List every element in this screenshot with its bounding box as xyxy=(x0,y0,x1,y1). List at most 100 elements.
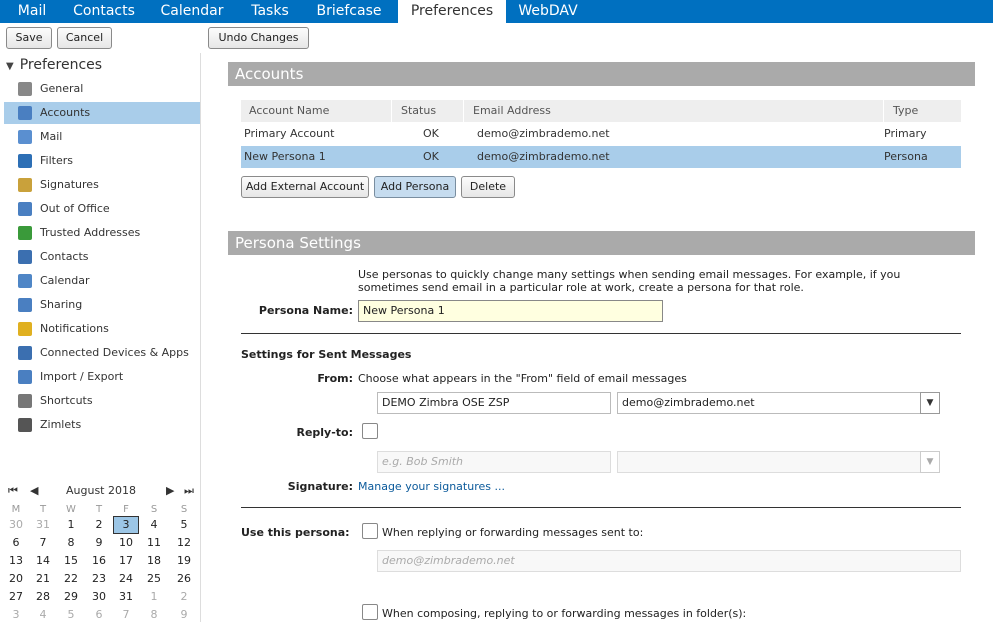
table-row[interactable]: New Persona 1 OK demo@zimbrademo.net Per… xyxy=(241,146,961,168)
tab-contacts[interactable]: Contacts xyxy=(64,0,144,23)
delete-button[interactable]: Delete xyxy=(461,176,515,198)
next-month-icon[interactable]: ▶ xyxy=(166,484,174,497)
from-address-select[interactable]: demo@zimbrademo.net xyxy=(617,392,921,414)
signature-icon xyxy=(18,178,32,192)
sidebar-item-filters[interactable]: Filters xyxy=(4,150,200,172)
calendar-day[interactable]: 4 xyxy=(30,606,56,624)
calendar-day[interactable]: 3 xyxy=(113,516,139,534)
calendar-day[interactable]: 7 xyxy=(30,534,56,552)
calendar-day[interactable]: 2 xyxy=(171,588,197,606)
divider xyxy=(241,507,961,508)
calendar-day[interactable]: 30 xyxy=(3,516,29,534)
tab-tasks[interactable]: Tasks xyxy=(240,0,300,23)
calendar-day[interactable]: 11 xyxy=(141,534,167,552)
calendar-day[interactable]: 4 xyxy=(141,516,167,534)
sidebar-item-out-of-office[interactable]: Out of Office xyxy=(4,198,200,220)
calendar-day[interactable]: 12 xyxy=(171,534,197,552)
reply-to-checkbox[interactable] xyxy=(362,423,378,439)
calendar-day[interactable]: 8 xyxy=(141,606,167,624)
sidebar-item-contacts[interactable]: Contacts xyxy=(4,246,200,268)
cancel-button[interactable]: Cancel xyxy=(57,27,112,49)
tab-mail[interactable]: Mail xyxy=(0,0,64,23)
prev-year-icon[interactable]: ⏮ xyxy=(8,484,18,498)
calendar-day[interactable]: 1 xyxy=(58,516,84,534)
calendar-day[interactable]: 13 xyxy=(3,552,29,570)
next-year-icon[interactable]: ⏭ xyxy=(184,484,194,498)
sidebar-item-general[interactable]: General xyxy=(4,78,200,100)
reply-to-address-select[interactable] xyxy=(617,451,921,473)
calendar-day[interactable]: 14 xyxy=(30,552,56,570)
calendar-day[interactable]: 30 xyxy=(86,588,112,606)
reply-to-name-input[interactable]: e.g. Bob Smith xyxy=(377,451,611,473)
tab-briefcase[interactable]: Briefcase xyxy=(300,0,398,23)
chevron-down-icon[interactable]: ▼ xyxy=(920,451,940,473)
sidebar-item-zimlets[interactable]: Zimlets xyxy=(4,414,200,436)
sidebar-item-connected-devices-apps[interactable]: Connected Devices & Apps xyxy=(4,342,200,364)
calendar-day[interactable]: 2 xyxy=(86,516,112,534)
preferences-tree-header[interactable]: ▼ Preferences xyxy=(6,57,102,73)
calendar-day[interactable]: 20 xyxy=(3,570,29,588)
calendar-day[interactable]: 8 xyxy=(58,534,84,552)
tab-preferences[interactable]: Preferences xyxy=(398,0,506,23)
calendar-day[interactable]: 23 xyxy=(86,570,112,588)
calendar-day[interactable]: 9 xyxy=(171,606,197,624)
calendar-day[interactable]: 6 xyxy=(86,606,112,624)
calendar-day[interactable]: 16 xyxy=(86,552,112,570)
calendar-day[interactable]: 27 xyxy=(3,588,29,606)
calendar-day[interactable]: 3 xyxy=(3,606,29,624)
use-when-replying-checkbox[interactable] xyxy=(362,523,378,539)
calendar-day[interactable]: 17 xyxy=(113,552,139,570)
prev-month-icon[interactable]: ◀ xyxy=(30,484,38,497)
calendar-day[interactable]: 18 xyxy=(141,552,167,570)
persona-intro-line2: sometimes send email in a particular rol… xyxy=(358,281,804,294)
calendar-day[interactable]: 31 xyxy=(113,588,139,606)
calendar-day[interactable]: 28 xyxy=(30,588,56,606)
calendar-day[interactable]: 21 xyxy=(30,570,56,588)
chevron-down-icon[interactable]: ▼ xyxy=(920,392,940,414)
calendar-day[interactable]: 26 xyxy=(171,570,197,588)
sidebar-item-trusted-addresses[interactable]: Trusted Addresses xyxy=(4,222,200,244)
calendar-month-label[interactable]: August 2018 xyxy=(66,484,136,497)
col-type[interactable]: Type xyxy=(893,100,918,122)
calendar-day[interactable]: 22 xyxy=(58,570,84,588)
use-when-composing-checkbox[interactable] xyxy=(362,604,378,620)
calendar-day[interactable]: 5 xyxy=(171,516,197,534)
table-row[interactable]: Primary Account OK demo@zimbrademo.net P… xyxy=(241,123,961,145)
save-button[interactable]: Save xyxy=(6,27,52,49)
calendar-day[interactable]: 6 xyxy=(3,534,29,552)
col-email[interactable]: Email Address xyxy=(473,100,551,122)
sidebar-item-shortcuts[interactable]: Shortcuts xyxy=(4,390,200,412)
sidebar-item-import-export[interactable]: Import / Export xyxy=(4,366,200,388)
calendar-day[interactable]: 1 xyxy=(141,588,167,606)
col-status[interactable]: Status xyxy=(401,100,436,122)
sidebar-item-signatures[interactable]: Signatures xyxy=(4,174,200,196)
sidebar-item-notifications[interactable]: Notifications xyxy=(4,318,200,340)
calendar-day[interactable]: 9 xyxy=(86,534,112,552)
add-external-account-button[interactable]: Add External Account xyxy=(241,176,369,198)
col-account-name[interactable]: Account Name xyxy=(249,100,329,122)
calendar-day[interactable]: 15 xyxy=(58,552,84,570)
calendar-day[interactable]: 29 xyxy=(58,588,84,606)
tab-webdav[interactable]: WebDAV xyxy=(506,0,590,23)
sidebar-item-label: Shortcuts xyxy=(40,394,93,407)
persona-name-input[interactable]: New Persona 1 xyxy=(358,300,663,322)
add-persona-button[interactable]: Add Persona xyxy=(374,176,456,198)
calendar-day[interactable]: 7 xyxy=(113,606,139,624)
sidebar-item-accounts[interactable]: Accounts xyxy=(4,102,200,124)
from-name-input[interactable]: DEMO Zimbra OSE ZSP xyxy=(377,392,611,414)
undo-changes-button[interactable]: Undo Changes xyxy=(208,27,309,49)
calendar-day[interactable]: 10 xyxy=(113,534,139,552)
collapse-triangle-icon[interactable]: ▼ xyxy=(6,61,14,72)
calendar-day[interactable]: 5 xyxy=(58,606,84,624)
calendar-day[interactable]: 19 xyxy=(171,552,197,570)
calendar-day[interactable]: 31 xyxy=(30,516,56,534)
sidebar-item-mail[interactable]: Mail xyxy=(4,126,200,148)
tab-calendar[interactable]: Calendar xyxy=(144,0,240,23)
sidebar-item-sharing[interactable]: Sharing xyxy=(4,294,200,316)
replying-address-input[interactable]: demo@zimbrademo.net xyxy=(377,550,961,572)
sidebar-item-calendar[interactable]: Calendar xyxy=(4,270,200,292)
reply-to-label: Reply-to: xyxy=(296,426,353,439)
calendar-day[interactable]: 25 xyxy=(141,570,167,588)
calendar-day[interactable]: 24 xyxy=(113,570,139,588)
manage-signatures-link[interactable]: Manage your signatures ... xyxy=(358,480,505,493)
